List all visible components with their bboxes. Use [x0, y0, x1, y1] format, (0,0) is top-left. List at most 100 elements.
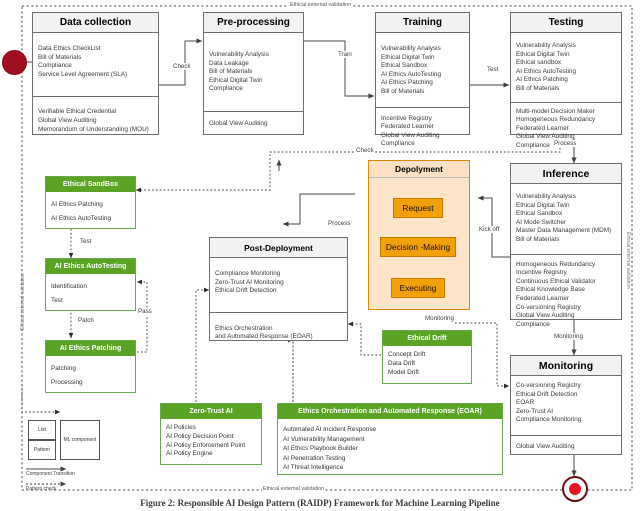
boundary-label-right: Ethical external validation — [625, 232, 631, 289]
list-item: Global View Auditing — [516, 442, 575, 450]
list-item: Incentive Registry — [381, 114, 432, 122]
list-item: Co-versioning Registry — [516, 382, 581, 389]
box-items: AI Ethics Patching AI Ethics AutoTesting — [46, 192, 135, 230]
list-item: Ethical Digital Twin — [209, 76, 263, 84]
list-item: Ethical Drift Detection — [215, 287, 277, 295]
list-item: AI Policy Enforcement Point — [166, 441, 246, 449]
edge-label-check-1: Check — [172, 63, 192, 70]
box-testing[interactable]: Testing Vulnerability Analysis Ethical D… — [510, 12, 622, 149]
list-item: Global View Auditing — [516, 312, 575, 320]
box-title: Depolyment — [369, 161, 469, 178]
list-item: Compliance — [381, 140, 415, 148]
box-items: Patching Processing — [46, 356, 135, 394]
list-item: Ethics Orchestration — [215, 324, 273, 332]
list-item: Processing — [51, 379, 83, 386]
box-ethical-drift[interactable]: Ethical Drift Concept Drift Data Drift M… — [382, 330, 472, 384]
box-title: Post-Deployment — [210, 238, 347, 258]
list-item: AI Vulnerability Management — [283, 435, 365, 443]
box-ethical-sandbox[interactable]: Ethical SandBox AI Ethics Patching AI Et… — [45, 176, 136, 229]
list-item: Bill of Materials — [381, 87, 425, 95]
edge-label-process-2: Process — [327, 220, 352, 227]
list-item: Ethical sandbox — [516, 59, 562, 67]
list-item: Global View Auditing — [381, 131, 440, 139]
list-item: Compliance Monitoring — [215, 270, 281, 277]
box-ai-ethics-patching[interactable]: AI Ethics Patching Patching Processing — [45, 340, 136, 393]
box-items: AI Policies AI Policy Decision Point AI … — [161, 419, 261, 463]
list-item: Federated Learner — [516, 294, 569, 302]
box-inference[interactable]: Inference Vulnerability Analysis Ethical… — [510, 163, 622, 328]
list-item: AI Ethics Patching — [51, 201, 103, 208]
list-item: Vulnerability Analysis — [516, 193, 576, 200]
box-title: Monitoring — [511, 356, 621, 376]
list-item: Model Drift — [388, 368, 419, 376]
list-item: Verifiable Ethical Credential — [38, 108, 117, 116]
list-item: Data Ethics CheckList — [38, 45, 101, 52]
legend: List Pattern ML component Component Tran… — [18, 416, 154, 494]
box-section-2: Global View Auditing — [204, 110, 303, 133]
list-item: Patching — [51, 365, 76, 372]
box-items: Concept Drift Data Drift Model Drift — [383, 346, 471, 381]
list-item: Automated AI Incident Response — [283, 426, 377, 433]
edge-label-check-2: Check — [355, 147, 375, 154]
list-item: Zero-Trust AI — [516, 407, 554, 415]
box-post-deployment[interactable]: Post-Deployment Compliance Monitoring Ze… — [209, 237, 348, 341]
box-section-2: Global View Auditing — [511, 434, 621, 456]
list-item: Homogeneous Redundancy — [516, 260, 596, 268]
list-item: Ethical Digital Twin — [516, 50, 570, 58]
deployment-step-decision-making[interactable]: Decision -Making — [380, 237, 456, 257]
edge-label-test-2: Test — [79, 238, 93, 245]
boundary-label-top: Ethical external validation — [289, 2, 353, 8]
box-pre-processing[interactable]: Pre-processing Vulnerability Analysis Da… — [203, 12, 304, 135]
list-item: Service Level Agreement (SLA) — [38, 70, 128, 78]
list-item: Data Leakage — [209, 59, 249, 67]
start-node — [2, 50, 27, 75]
list-item: Test — [51, 297, 63, 304]
box-section-1: Vulnerability Analysis Data Leakage Bill… — [204, 33, 303, 98]
box-title: Training — [376, 13, 469, 33]
list-item: Zero-Trust AI Monitoring — [215, 278, 284, 286]
list-item: AI Policies — [166, 424, 196, 431]
boundary-label-left: Ethical external validation — [20, 273, 26, 330]
box-data-collection[interactable]: Data collection Data Ethics CheckList Bi… — [32, 12, 159, 135]
box-section-1: Vulnerability Analysis Ethical Digital T… — [511, 33, 621, 98]
edge-label-patch: Patch — [77, 317, 95, 324]
box-items: Identification Test — [46, 274, 135, 312]
box-title: Ethical Drift — [383, 331, 471, 346]
list-item: AI Ethics AutoTesting — [381, 70, 442, 78]
list-item: Concept Drift — [388, 351, 426, 358]
list-item: AI Ethics AutoTesting — [51, 215, 112, 222]
list-item: Compliance — [516, 320, 550, 328]
box-eoar[interactable]: Ethics Orchestration and Automated Respo… — [277, 403, 503, 475]
edge-label-train: Train — [337, 51, 353, 58]
list-item: AI Ethics AutoTesting — [516, 67, 577, 75]
list-item: Global View Auditing — [209, 119, 268, 127]
box-title: Pre-processing — [204, 13, 303, 33]
box-section-2: Verifiable Ethical Credential Global Vie… — [33, 96, 158, 138]
deployment-step-request[interactable]: Request — [393, 198, 443, 218]
box-section-1: Vulnerability Analysis Ethical Digital T… — [376, 33, 469, 101]
list-item: Ethical Digital Twin — [381, 53, 435, 61]
list-item: Ethical Sandbox — [381, 62, 428, 70]
list-item: AI Penetration Testing — [283, 454, 346, 462]
list-item: AI Mode Switcher — [516, 218, 567, 226]
list-item: Bill of Materials — [516, 84, 560, 92]
edge-label-pass: Pass — [137, 308, 153, 315]
list-item: Federated Learner — [516, 124, 569, 132]
list-item: Federated Learner — [381, 123, 434, 131]
list-item: Multi-model Decision Maker — [516, 107, 595, 115]
box-training[interactable]: Training Vulnerability Analysis Ethical … — [375, 12, 470, 147]
box-monitoring[interactable]: Monitoring Co-versioning Registry Ethica… — [510, 355, 622, 455]
deployment-step-executing[interactable]: Executing — [391, 278, 445, 298]
box-zero-trust-ai[interactable]: Zero-Trust AI AI Policies AI Policy Deci… — [160, 403, 262, 465]
list-item: Incentive Registry — [516, 269, 567, 277]
list-item: AI Ethics Patching — [381, 79, 433, 87]
box-title: Ethics Orchestration and Automated Respo… — [278, 404, 502, 419]
list-item: Ethical Digital Twin — [516, 201, 570, 209]
list-item: Compliance — [209, 85, 243, 93]
box-ai-ethics-autotesting[interactable]: AI Ethics AutoTesting Identification Tes… — [45, 258, 136, 311]
box-section-1: Compliance Monitoring Zero-Trust AI Moni… — [210, 258, 347, 300]
list-item: Bill of Materials — [209, 68, 253, 76]
list-item: Ethical Knowledge Base — [516, 286, 585, 294]
box-section-1: Data Ethics CheckList Bill of Materials … — [33, 33, 158, 83]
edge-label-monitoring-2: Monitoring — [553, 333, 584, 340]
